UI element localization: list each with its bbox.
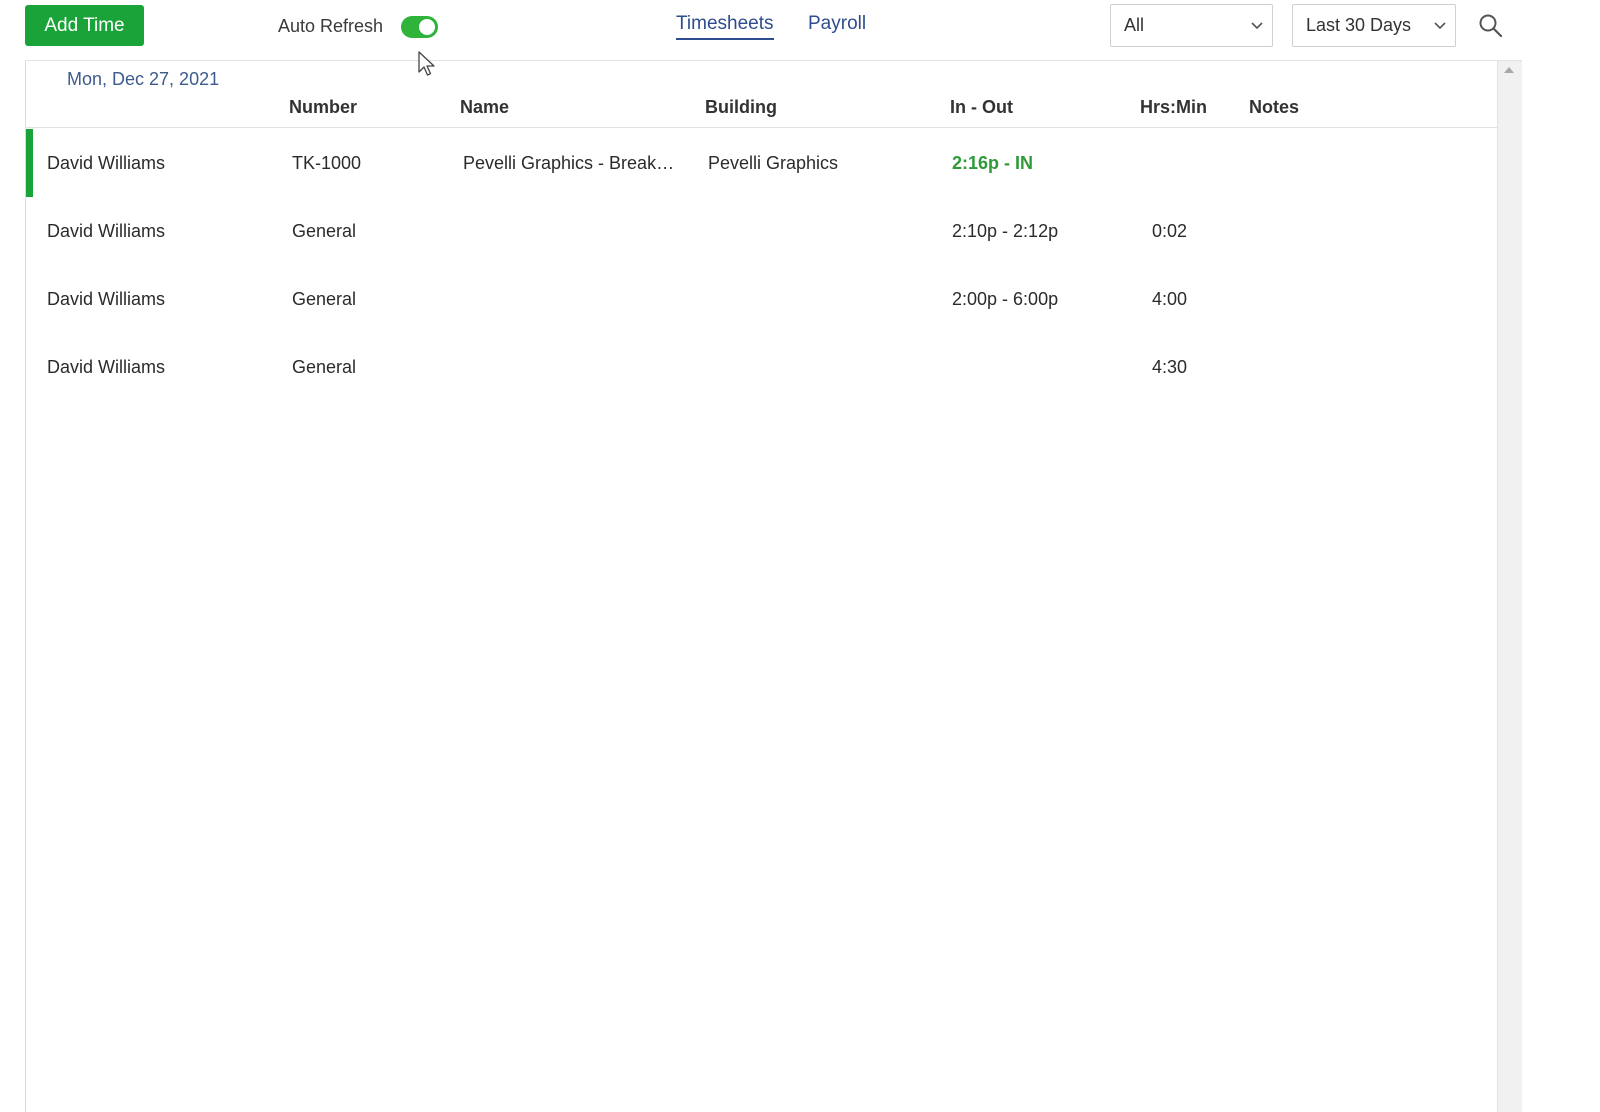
tab-payroll[interactable]: Payroll — [808, 13, 866, 38]
job-number: General — [292, 357, 357, 377]
table-row[interactable]: David Williams General 2:00p - 6:00p 4:0… — [26, 265, 1497, 333]
column-header-number: Number — [289, 97, 358, 117]
auto-refresh-toggle[interactable] — [401, 16, 438, 38]
employee-name: David Williams — [47, 357, 166, 377]
table-row[interactable]: David Williams General 4:30 — [26, 333, 1497, 401]
job-number: TK-1000 — [292, 153, 362, 173]
tab-timesheets[interactable]: Timesheets — [676, 13, 774, 40]
clocked-in-indicator — [26, 129, 33, 197]
chevron-down-icon — [1251, 22, 1263, 30]
job-name: Pevelli Graphics - Break… — [463, 153, 675, 173]
chevron-down-icon — [1434, 22, 1446, 30]
hours-minutes: 4:00 — [1152, 289, 1188, 309]
toolbar: Add Time Auto Refresh Timesheets Payroll… — [0, 0, 1600, 58]
employee-name: David Williams — [47, 153, 166, 173]
table-row[interactable]: David Williams TK-1000 Pevelli Graphics … — [26, 129, 1497, 197]
date-group-header: Mon, Dec 27, 2021 — [67, 69, 220, 89]
date-range-select-value: Last 30 Days — [1306, 15, 1412, 35]
job-number: General — [292, 289, 357, 309]
date-range-select[interactable]: Last 30 Days — [1292, 4, 1456, 47]
employee-name: David Williams — [47, 289, 166, 309]
scroll-up-arrow-icon[interactable] — [1504, 67, 1514, 73]
in-out-time: 2:16p - IN — [952, 153, 1034, 173]
job-number: General — [292, 221, 357, 241]
employee-name: David Williams — [47, 221, 166, 241]
search-icon[interactable] — [1477, 12, 1505, 40]
building-name: Pevelli Graphics — [708, 153, 839, 173]
in-out-time: 2:00p - 6:00p — [952, 289, 1059, 309]
in-out-time: 2:10p - 2:12p — [952, 221, 1059, 241]
column-header-hrs-min: Hrs:Min — [1140, 97, 1207, 117]
header-divider — [26, 127, 1497, 128]
hours-minutes: 0:02 — [1152, 221, 1188, 241]
auto-refresh-label: Auto Refresh — [278, 16, 384, 36]
column-header-building: Building — [705, 97, 777, 117]
filter-select[interactable]: All — [1110, 4, 1273, 47]
table-row[interactable]: David Williams General 2:10p - 2:12p 0:0… — [26, 197, 1497, 265]
column-header-notes: Notes — [1249, 97, 1300, 117]
vertical-scrollbar[interactable] — [1497, 61, 1522, 1112]
add-time-button[interactable]: Add Time — [25, 5, 144, 46]
toggle-knob — [419, 19, 435, 35]
hours-minutes: 4:30 — [1152, 357, 1188, 377]
column-header-name: Name — [460, 97, 510, 117]
column-header-in-out: In - Out — [950, 97, 1013, 117]
filter-select-value: All — [1124, 15, 1145, 35]
